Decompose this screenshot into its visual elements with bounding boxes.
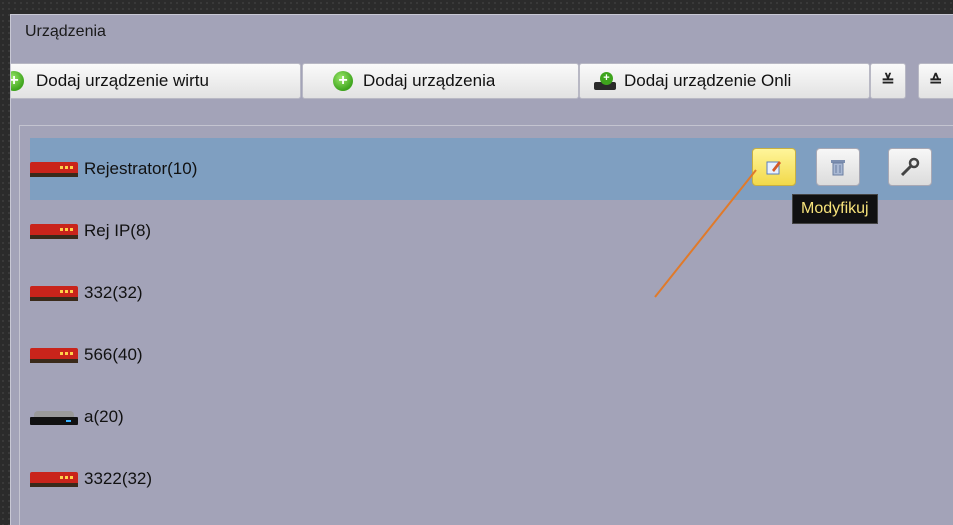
- nvr-icon: [30, 407, 78, 427]
- device-label: Rej IP(8): [84, 221, 152, 240]
- settings-button[interactable]: [888, 148, 932, 186]
- device-row-332[interactable]: 332(32): [30, 262, 953, 324]
- device-row-rejestrator[interactable]: Rejestrator(10): [30, 138, 953, 200]
- device-label: 566(40): [84, 345, 143, 364]
- device-label: Rejestrator(10): [84, 159, 198, 178]
- add-devices-label: Dodaj urządzenia: [363, 71, 496, 90]
- edit-button[interactable]: [752, 148, 796, 186]
- device-row-a[interactable]: a(20): [30, 386, 953, 448]
- add-online-device-label: Dodaj urządzenie Onli: [624, 71, 792, 90]
- device-row-3322[interactable]: 3322(32): [30, 448, 953, 510]
- device-list: Rejestrator(10) Rej IP(8) 332(32) 566(40…: [19, 125, 953, 525]
- add-icon: +: [11, 71, 24, 91]
- dvr-icon: [30, 345, 78, 365]
- dvr-icon: [30, 469, 78, 489]
- delete-button[interactable]: [816, 148, 860, 186]
- tooltip: Modyfikuj: [792, 194, 878, 224]
- add-devices-button[interactable]: + Dodaj urządzenia: [302, 63, 579, 99]
- dvr-icon: [30, 159, 78, 179]
- device-label: 332(32): [84, 283, 143, 302]
- device-label: 3322(32): [84, 469, 153, 488]
- dvr-icon: [30, 221, 78, 241]
- add-virtual-device-label: Dodaj urządzenie wirtu: [36, 71, 209, 90]
- device-label: a(20): [84, 407, 124, 426]
- online-device-icon: +: [594, 72, 618, 90]
- add-online-device-button[interactable]: + Dodaj urządzenie Onli: [579, 63, 870, 99]
- device-row-566[interactable]: 566(40): [30, 324, 953, 386]
- edit-icon: [766, 161, 781, 175]
- wrench-icon: [900, 157, 920, 177]
- double-chevron-down-icon: ≚: [881, 73, 895, 90]
- toolbar: + Dodaj urządzenie wirtu + Dodaj urządze…: [11, 59, 953, 103]
- trash-icon: [831, 160, 845, 176]
- panel-title: Urządzenia: [25, 23, 106, 40]
- devices-panel: Urządzenia + Dodaj urządzenie wirtu + Do…: [10, 14, 953, 525]
- add-virtual-device-button[interactable]: + Dodaj urządzenie wirtu: [11, 63, 301, 99]
- collapse-button[interactable]: ≚: [870, 63, 906, 99]
- double-chevron-up-icon: ≙: [929, 73, 943, 90]
- expand-button[interactable]: ≙: [918, 63, 953, 99]
- add-icon: +: [333, 71, 353, 91]
- dvr-icon: [30, 283, 78, 303]
